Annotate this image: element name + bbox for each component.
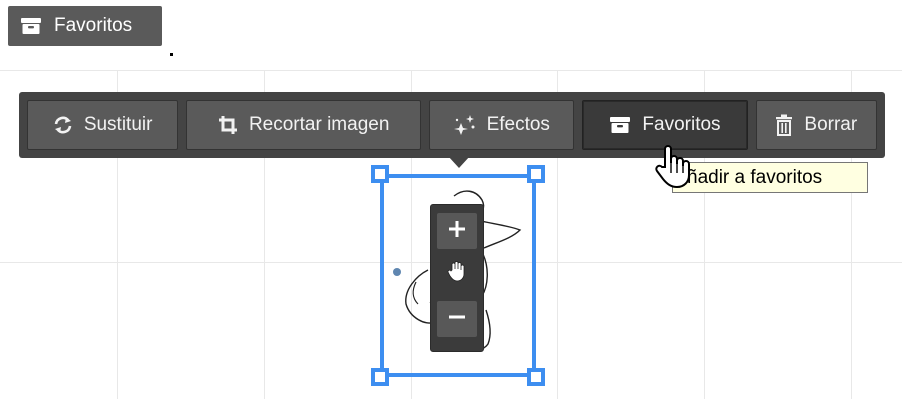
trash-icon — [775, 114, 793, 136]
sparkle-icon — [453, 115, 476, 135]
favorites-chip[interactable]: Favoritos — [8, 6, 162, 46]
minus-icon — [448, 308, 466, 331]
zoom-out-button[interactable] — [437, 301, 477, 337]
replace-label: Sustituir — [83, 114, 153, 135]
tooltip-text: ñadir a favoritos — [687, 166, 823, 188]
delete-label: Borrar — [804, 114, 858, 135]
zoom-control — [430, 204, 484, 352]
delete-button[interactable]: Borrar — [755, 100, 877, 150]
favorites-label: Favoritos — [642, 114, 721, 135]
resize-handle-top-right[interactable] — [527, 165, 545, 183]
toolbar-pointer — [448, 156, 470, 168]
grid-line — [0, 70, 902, 71]
resize-handle-bottom-left[interactable] — [371, 368, 389, 386]
crop-image-label: Recortar imagen — [248, 114, 390, 135]
plus-icon — [448, 220, 466, 243]
effects-label: Efectos — [486, 114, 550, 135]
pan-button[interactable] — [437, 255, 477, 291]
replace-icon — [53, 116, 73, 134]
editor-page: Favoritos Sustituir Recortar imagen Efec… — [0, 0, 902, 399]
archive-icon — [609, 116, 631, 134]
image-toolbar: Sustituir Recortar imagen Efectos Favori… — [19, 92, 885, 158]
zoom-in-button[interactable] — [437, 213, 477, 249]
effects-button[interactable]: Efectos — [429, 100, 575, 150]
resize-handle-top-left[interactable] — [371, 165, 389, 183]
crop-icon — [218, 115, 238, 135]
favorites-tooltip: ñadir a favoritos — [672, 162, 868, 193]
anchor-dot[interactable] — [393, 268, 401, 276]
hand-pointer-icon — [655, 145, 690, 189]
favorites-chip-label: Favoritos — [54, 15, 133, 36]
archive-icon — [20, 17, 42, 35]
hand-icon — [447, 260, 467, 287]
replace-button[interactable]: Sustituir — [27, 100, 179, 150]
stray-dot — [170, 53, 173, 56]
resize-handle-bottom-right[interactable] — [527, 368, 545, 386]
crop-image-button[interactable]: Recortar imagen — [186, 100, 422, 150]
